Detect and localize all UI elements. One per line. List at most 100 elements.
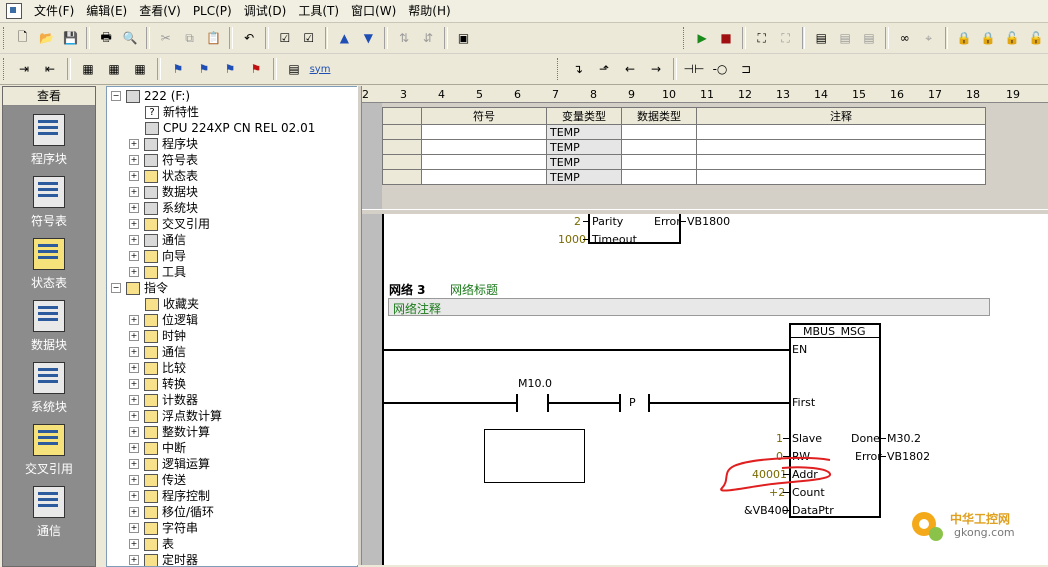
line-left-icon[interactable]: ← [619,58,641,80]
tree-item-favorites[interactable]: 收藏夹 [145,296,199,312]
p-contact-left[interactable] [619,394,621,412]
tree-item-clock[interactable]: + 时钟 [129,328,186,344]
collapse-icon[interactable]: − [111,91,121,101]
upload-icon[interactable]: ▲ [334,27,354,49]
tree-item-counter[interactable]: + 计数器 [129,392,198,408]
expand-icon[interactable]: + [129,267,139,277]
run-icon[interactable]: ▶ [692,27,712,49]
expand-icon[interactable]: + [129,203,139,213]
expand-icon[interactable]: + [129,411,139,421]
sort-descending-icon[interactable]: ⇵ [418,27,438,49]
next-bookmark-icon[interactable]: ⚑ [193,58,215,80]
col-symbol[interactable]: 符号 [421,107,547,125]
contact-left[interactable] [516,394,518,412]
view-symbol-table[interactable]: 符号表 [3,168,95,230]
col-comment[interactable]: 注释 [696,107,986,125]
table-row[interactable]: TEMP [382,169,986,185]
tree-item-status-table[interactable]: + 状态表 [129,168,198,184]
expand-icon[interactable]: + [129,139,139,149]
tree-item-interrupt[interactable]: + 中断 [129,440,186,456]
expand-icon[interactable]: + [129,331,139,341]
expand-icon[interactable]: + [129,363,139,373]
expand-icon[interactable]: + [129,347,139,357]
table-row[interactable]: TEMP [382,139,986,155]
copy-icon[interactable]: ⧉ [180,27,200,49]
expand-icon[interactable]: + [129,427,139,437]
new-file-icon[interactable]: 🗋 [13,27,33,49]
expand-icon[interactable]: + [129,395,139,405]
col-data-type[interactable]: 数据类型 [621,107,697,125]
tree-item-tools[interactable]: + 工具 [129,264,186,280]
view-status-table[interactable]: 状态表 [3,230,95,292]
insert-network-icon[interactable]: ⇥ [13,58,35,80]
tree-item-shift-rotate[interactable]: + 移位/循环 [129,504,214,520]
expand-icon[interactable]: + [129,315,139,325]
menu-view[interactable]: 查看(V) [133,0,187,22]
network-label[interactable]: 网络 3 [389,281,426,298]
expand-icon[interactable]: + [129,379,139,389]
coil-icon[interactable]: -○ [709,58,731,80]
toolbar-grip[interactable] [3,27,7,49]
menu-edit[interactable]: 编辑(E) [80,0,133,22]
tree-item-integer-math[interactable]: + 整数计算 [129,424,210,440]
view-system-block[interactable]: 系统块 [3,354,95,416]
app-icon[interactable] [6,3,22,19]
unlock-icon[interactable]: 🔓 [1002,27,1022,49]
compile-icon[interactable]: ☑ [275,27,295,49]
symbol-toggle-icon[interactable]: sym [309,58,331,80]
tree-instructions[interactable]: − 指令 [111,280,168,296]
tree-root[interactable]: −222 (F:) [111,88,190,104]
save-icon[interactable]: 💾 [60,27,80,49]
tree-item-system-block[interactable]: + 系统块 [129,200,198,216]
tree-item-wizard[interactable]: + 向导 [129,248,186,264]
single-read-icon[interactable]: ▤ [835,27,855,49]
tree-item-program-block[interactable]: + 程序块 [129,136,198,152]
expand-icon[interactable]: + [129,523,139,533]
tree-item-cpu[interactable]: CPU 224XP CN REL 02.01 [145,120,315,136]
lock-icon[interactable]: 🔒 [954,27,974,49]
sort-ascending-icon[interactable]: ⇅ [394,27,414,49]
cut-icon[interactable]: ✂ [156,27,176,49]
menu-debug[interactable]: 调试(D) [238,0,293,22]
tree-item-data-block[interactable]: + 数据块 [129,184,198,200]
print-preview-icon[interactable]: 🔍 [120,27,140,49]
expand-icon[interactable]: + [129,251,139,261]
empty-box[interactable] [484,429,585,483]
table-row[interactable]: TEMP [382,124,986,140]
network-comment-icon[interactable]: ▦ [103,58,125,80]
view-cross-reference[interactable]: 交叉引用 [3,416,95,478]
menu-plc[interactable]: PLC(P) [187,0,238,22]
menu-file[interactable]: 文件(F) [28,0,80,22]
lock2-icon[interactable]: 🔒 [978,27,998,49]
menu-help[interactable]: 帮助(H) [402,0,456,22]
expand-icon[interactable]: + [129,235,139,245]
tree-item-convert[interactable]: + 转换 [129,376,186,392]
tree-item-logic-ops[interactable]: + 逻辑运算 [129,456,210,472]
expand-icon[interactable]: + [129,155,139,165]
expand-icon[interactable]: + [129,539,139,549]
remove-bookmarks-icon[interactable]: ⚑ [245,58,267,80]
menu-tools[interactable]: 工具(T) [292,0,345,22]
tree-item-string[interactable]: + 字符串 [129,520,198,536]
expand-icon[interactable]: + [129,555,139,565]
tree-item-float-math[interactable]: + 浮点数计算 [129,408,222,424]
write-all-icon[interactable]: ▤ [859,27,879,49]
stop-icon[interactable]: ■ [716,27,736,49]
view-communication[interactable]: 通信 [3,478,95,540]
line-up-icon[interactable]: ⬏ [593,58,615,80]
expand-icon[interactable]: + [129,443,139,453]
unlock-all-icon[interactable]: 🔓 [1026,27,1046,49]
pause-status-icon[interactable]: ⛶ [776,27,796,49]
col-var-type[interactable]: 变量类型 [546,107,622,125]
expand-icon[interactable]: + [129,219,139,229]
print-icon[interactable]: 🖶 [96,27,116,49]
network-comment-box[interactable]: 网络注释 [388,298,990,316]
tree-item-compare[interactable]: + 比较 [129,360,186,376]
box-icon[interactable]: ⊐ [735,58,757,80]
expand-icon[interactable]: + [129,475,139,485]
view-data-block[interactable]: 数据块 [3,292,95,354]
expand-icon[interactable]: + [129,171,139,181]
network-title[interactable]: 网络标题 [450,281,498,298]
program-status-icon[interactable]: ⛶ [752,27,772,49]
tree-item-program-control[interactable]: + 程序控制 [129,488,210,504]
